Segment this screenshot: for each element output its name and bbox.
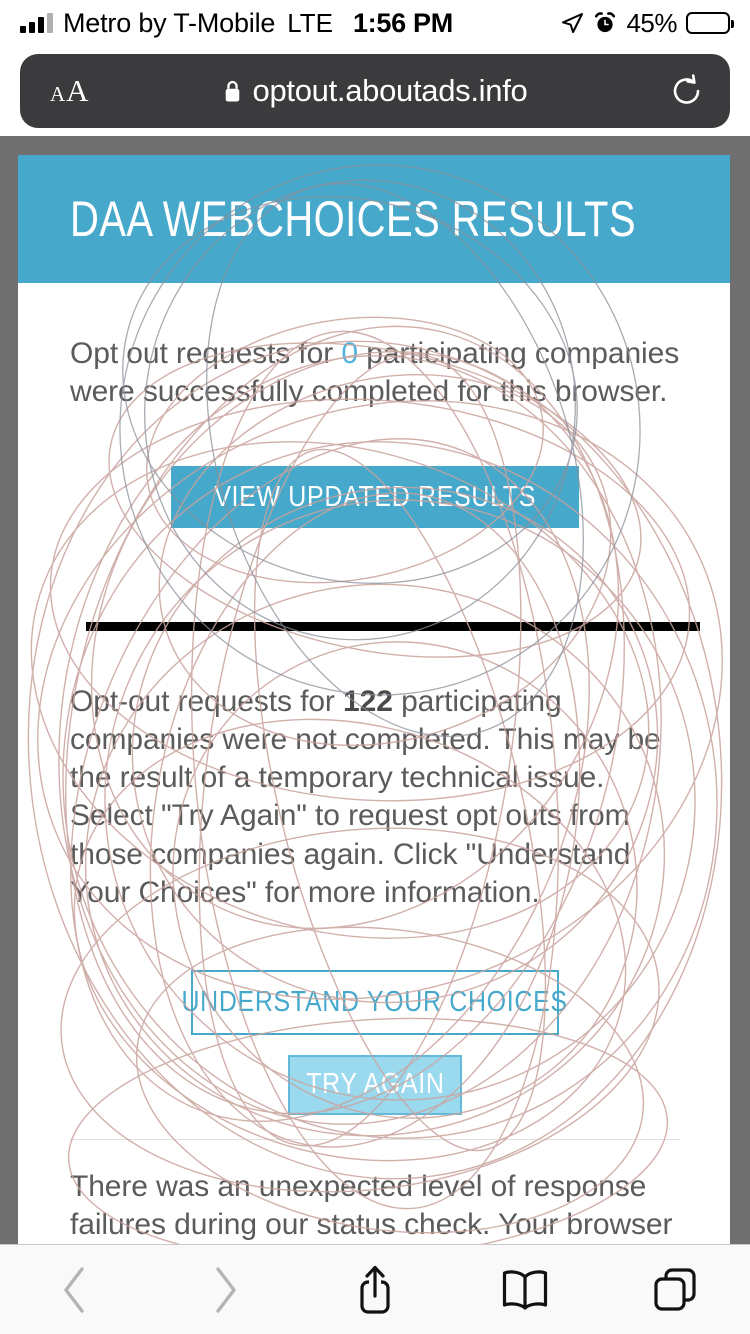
understand-your-choices-label: UNDERSTAND YOUR CHOICES (181, 985, 569, 1018)
text-size-small-a: A (50, 82, 66, 106)
lock-icon (223, 79, 242, 104)
web-page-viewport[interactable]: DAA WEBCHOICES RESULTS Opt out requests … (0, 136, 750, 1244)
address-bar[interactable]: A A optout.aboutads.info (20, 54, 730, 128)
failure-count: 122 (343, 685, 393, 719)
phone-screen: Metro by T-Mobile LTE 1:56 PM 45% A A op… (0, 0, 750, 1334)
battery-percent-label: 45% (626, 7, 677, 38)
tabs-icon (654, 1267, 696, 1311)
browser-address-bar-container: A A optout.aboutads.info (0, 46, 750, 136)
failure-text-before: Opt-out requests for (70, 685, 335, 719)
chevron-right-icon (216, 1266, 236, 1313)
try-again-label: TRY AGAIN (305, 1068, 445, 1101)
page-header-banner: DAA WEBCHOICES RESULTS (18, 155, 730, 283)
tabs-button[interactable] (600, 1245, 750, 1334)
text-size-button[interactable]: A A (50, 73, 89, 109)
book-icon (502, 1269, 548, 1310)
browser-bottom-toolbar (0, 1244, 750, 1334)
page-body: Opt out requests for 0 participating com… (18, 283, 730, 1244)
carrier-name: Metro by T-Mobile (63, 7, 276, 38)
battery-icon (686, 12, 734, 34)
alarm-clock-icon (593, 11, 617, 35)
page-title: DAA WEBCHOICES RESULTS (70, 191, 636, 247)
bookmarks-button[interactable] (450, 1245, 600, 1334)
ios-status-bar: Metro by T-Mobile LTE 1:56 PM 45% (0, 0, 750, 46)
reload-icon[interactable] (670, 74, 704, 108)
thin-divider (70, 1138, 680, 1140)
failure-text-after: participating companies were not complet… (70, 685, 661, 909)
signal-bars-icon (20, 13, 53, 33)
understand-choices-button-row: UNDERSTAND YOUR CHOICES (70, 912, 680, 1035)
section-divider (86, 622, 700, 632)
text-size-large-a: A (66, 73, 89, 108)
try-again-button-row: TRY AGAIN (70, 1035, 680, 1115)
status-bar-left: Metro by T-Mobile LTE 1:56 PM (20, 8, 453, 39)
success-count: 0 (341, 337, 358, 370)
forward-button[interactable] (150, 1245, 300, 1334)
status-bar-clock: 1:56 PM (352, 7, 453, 38)
try-again-button[interactable]: TRY AGAIN (288, 1054, 462, 1115)
success-message: Opt out requests for 0 participating com… (70, 335, 680, 411)
location-arrow-icon (560, 11, 584, 35)
view-updated-results-label: VIEW UPDATED RESULTS (214, 480, 536, 513)
page-content-card: DAA WEBCHOICES RESULTS Opt out requests … (18, 155, 730, 1244)
chevron-left-icon (64, 1266, 84, 1313)
failure-message: Opt-out requests for 122 participating c… (70, 683, 680, 912)
status-bar-right: 45% (560, 7, 734, 39)
back-button[interactable] (0, 1245, 150, 1334)
network-type: LTE (287, 7, 333, 38)
notice-message: There was an unexpected level of respons… (70, 1169, 673, 1241)
url-display[interactable]: optout.aboutads.info (20, 73, 730, 109)
share-button[interactable] (300, 1245, 450, 1334)
understand-your-choices-button[interactable]: UNDERSTAND YOUR CHOICES (182, 969, 567, 1035)
view-results-button-row: VIEW UPDATED RESULTS (70, 411, 680, 529)
url-text: optout.aboutads.info (252, 73, 528, 108)
share-icon (360, 1265, 390, 1314)
view-updated-results-button[interactable]: VIEW UPDATED RESULTS (171, 466, 579, 529)
success-text-before: Opt out requests for (70, 337, 334, 370)
